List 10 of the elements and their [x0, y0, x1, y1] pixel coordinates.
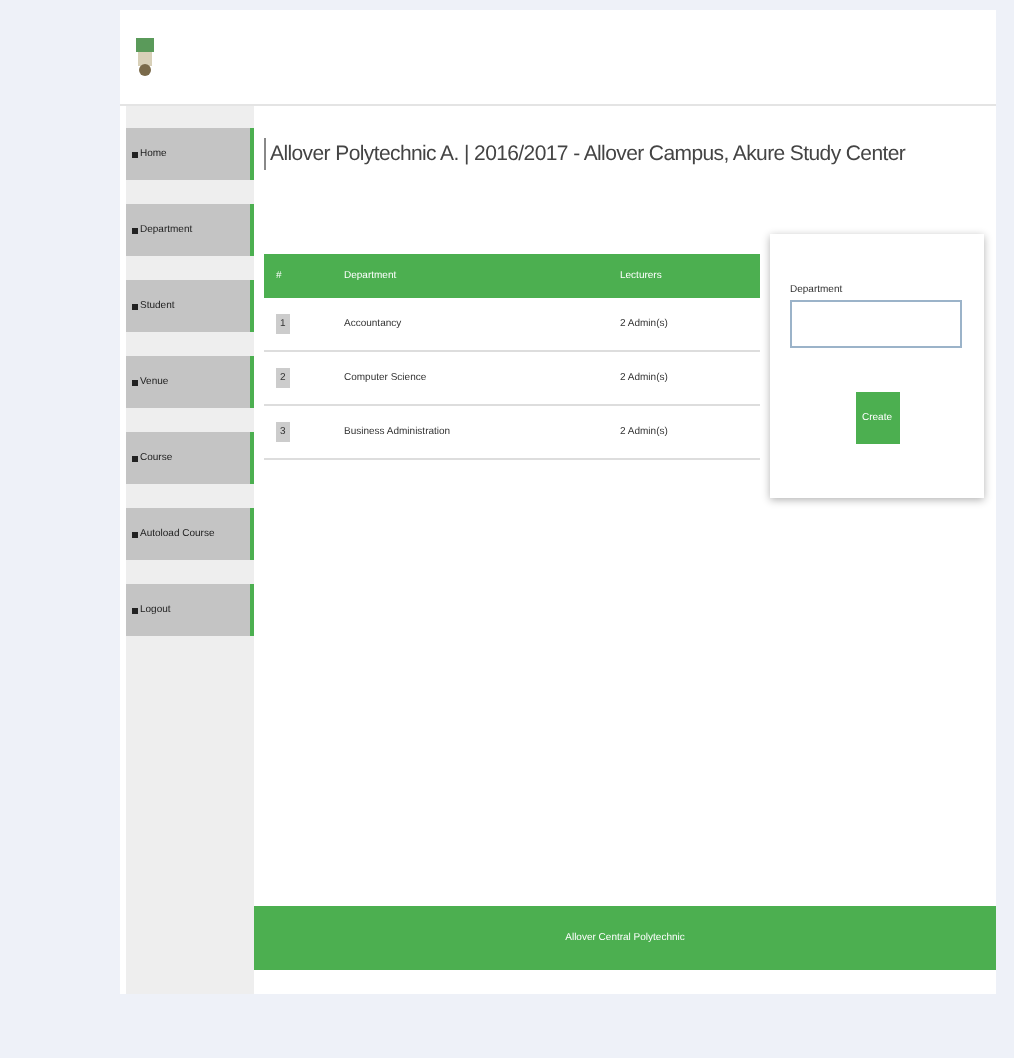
input-field[interactable]	[790, 300, 962, 348]
nav-icon	[132, 227, 138, 233]
nav-icon	[132, 455, 138, 461]
nav-icon	[132, 303, 138, 309]
logo-icon	[136, 37, 154, 77]
nav-icon	[132, 379, 138, 385]
nav-icon	[132, 607, 138, 613]
nav-icon	[132, 531, 138, 537]
page-title: Allover Polytechnic A. | 2016/2017 - Allover Campus, Akure Study Center	[264, 138, 984, 170]
nav-icon	[132, 151, 138, 157]
